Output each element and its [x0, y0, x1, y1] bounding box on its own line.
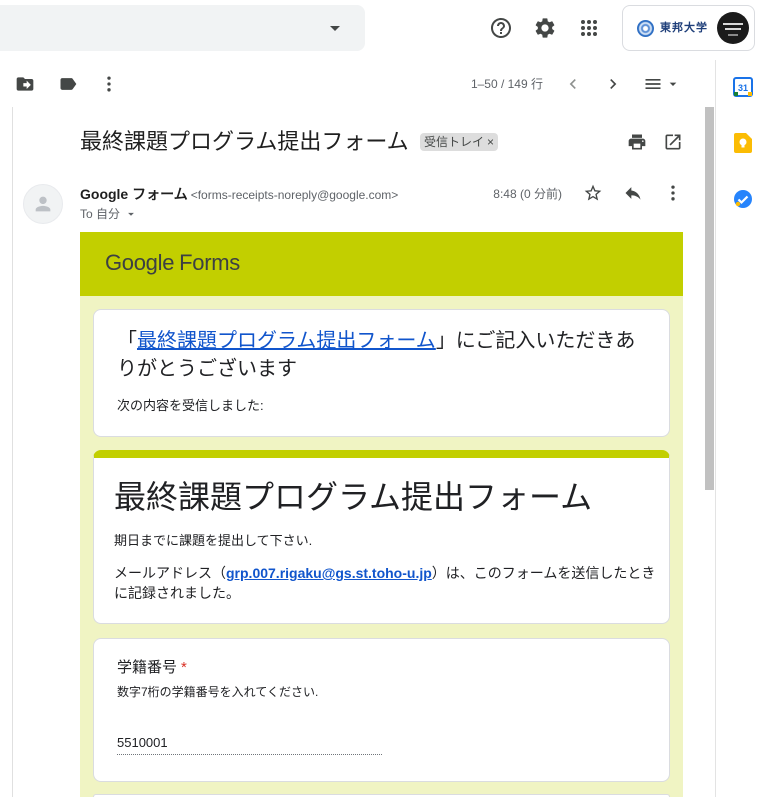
chevron-left-icon[interactable]	[563, 74, 583, 94]
move-to-icon[interactable]	[15, 74, 35, 94]
question-description: 数字7桁の学籍番号を入れてください.	[117, 685, 319, 699]
sender-name[interactable]: Google フォーム	[80, 186, 188, 202]
label-icon[interactable]	[58, 74, 78, 94]
question-card: 学籍番号 * 数字7桁の学籍番号を入れてください. 5510001	[93, 638, 670, 782]
chevron-right-icon[interactable]	[603, 74, 623, 94]
density-icon[interactable]	[643, 74, 663, 94]
reply-icon[interactable]	[623, 183, 643, 203]
thanks-card: 「最終課題プログラム提出フォーム」にご記入いただきありがとうございます 次の内容…	[93, 309, 670, 437]
thanks-message: 「最終課題プログラム提出フォーム」にご記入いただきありがとうございます	[117, 327, 646, 383]
open-in-new-icon[interactable]	[663, 132, 683, 152]
forms-header-banner: Google Forms	[80, 232, 683, 296]
brand-google: Google	[105, 250, 175, 275]
recipient-details-dropdown-icon[interactable]	[124, 207, 138, 221]
search-bar[interactable]	[0, 5, 365, 51]
sender-line: Google フォーム <forms-receipts-noreply@googl…	[80, 185, 398, 203]
person-icon	[35, 196, 51, 212]
org-emblem-icon	[637, 20, 654, 37]
question-title-text: 学籍番号	[117, 659, 178, 676]
remove-label-button[interactable]: ×	[487, 135, 494, 149]
email-recorded-notice: メールアドレス（grp.007.rigaku@gs.st.toho-u.jp）は…	[114, 563, 663, 603]
question-title: 学籍番号 *	[117, 658, 187, 678]
form-description: 期日までに課題を提出して下さい.	[114, 533, 313, 548]
print-icon[interactable]	[627, 132, 647, 152]
reading-pane-border	[12, 107, 13, 797]
question-answer: 5510001	[117, 734, 382, 755]
inbox-label-text: 受信トレイ	[424, 135, 485, 149]
apps-icon[interactable]	[577, 16, 601, 40]
account-avatar[interactable]	[717, 12, 749, 44]
scrollbar-thumb[interactable]	[705, 107, 714, 490]
email-time: 8:48 (0 分前)	[493, 187, 562, 201]
inbox-label-badge[interactable]: 受信トレイ ×	[420, 133, 499, 151]
form-link[interactable]: 最終課題プログラム提出フォーム	[137, 330, 436, 352]
help-icon[interactable]	[489, 16, 513, 40]
star-icon[interactable]	[583, 183, 603, 203]
required-mark: *	[181, 659, 187, 676]
settings-icon[interactable]	[533, 16, 557, 40]
org-name: 東邦大学	[660, 22, 708, 34]
tasks-icon[interactable]	[733, 189, 753, 209]
more-vert-icon[interactable]	[663, 183, 683, 203]
side-panel-divider	[715, 60, 716, 797]
google-forms-logo: Google Forms	[105, 248, 240, 278]
received-note: 次の内容を受信しました:	[117, 398, 264, 413]
sender-avatar	[23, 184, 63, 224]
calendar-day-label: 31	[738, 83, 748, 93]
calendar-icon[interactable]: 31	[733, 77, 753, 97]
email-subject: 最終課題プログラム提出フォーム	[80, 129, 409, 154]
more-vert-icon[interactable]	[99, 74, 119, 94]
sender-email: <forms-receipts-noreply@google.com>	[190, 188, 399, 202]
notice-before: メールアドレス（	[114, 565, 226, 581]
keep-icon[interactable]	[734, 133, 752, 153]
brand-forms: Forms	[179, 250, 240, 275]
recipient-line: To 自分	[80, 207, 121, 221]
density-dropdown-icon[interactable]	[665, 76, 681, 92]
search-options-icon[interactable]	[323, 16, 347, 40]
pagination-range[interactable]: 1–50 / 149 行	[420, 77, 543, 91]
thanks-open: 「	[117, 330, 137, 352]
respondent-email-link[interactable]: grp.007.rigaku@gs.st.toho-u.jp	[226, 565, 432, 581]
form-header-card: 最終課題プログラム提出フォーム 期日までに課題を提出して下さい. メールアドレス…	[93, 450, 670, 624]
form-title: 最終課題プログラム提出フォーム	[114, 479, 593, 515]
account-switcher[interactable]: 東邦大学	[622, 5, 755, 51]
